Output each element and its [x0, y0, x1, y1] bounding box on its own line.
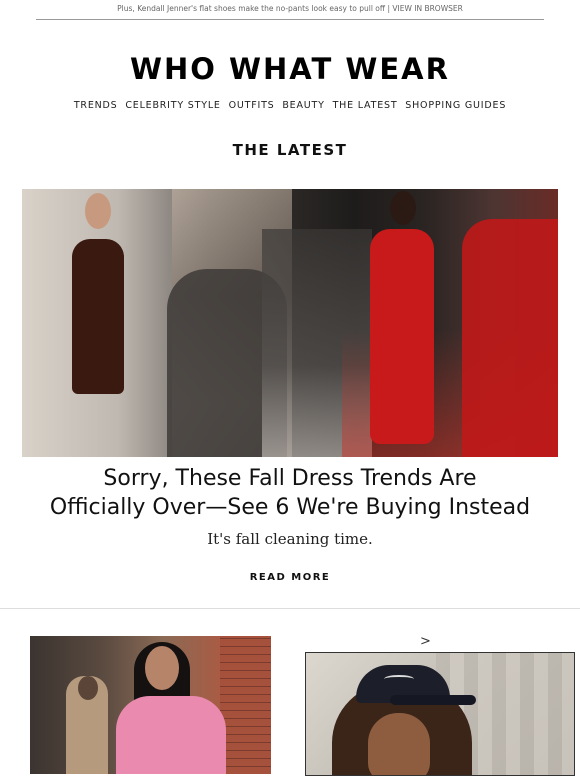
top-divider	[36, 19, 544, 20]
hero-figure-red-dress-closeup	[462, 219, 558, 457]
nav-item-outfits[interactable]: OUTFITS	[229, 100, 275, 111]
hero-figure-head-2	[390, 191, 416, 225]
section-title: THE LATEST	[232, 141, 348, 159]
read-more-button[interactable]: READ MORE	[0, 572, 580, 583]
preheader-text: Plus, Kendall Jenner's flat shoes make t…	[117, 4, 390, 13]
pink-sweater	[116, 696, 226, 774]
headline-line-1[interactable]: Sorry, These Fall Dress Trends Are	[40, 464, 540, 493]
hero-figure-head	[85, 193, 111, 229]
nav-item-trends[interactable]: TRENDS	[74, 100, 118, 111]
nav-item-celebrity-style[interactable]: CELEBRITY STYLE	[125, 100, 220, 111]
model-face	[145, 646, 179, 690]
view-in-browser-link[interactable]: VIEW IN BROWSER	[392, 4, 462, 13]
nav-item-beauty[interactable]: BEAUTY	[282, 100, 324, 111]
model-face-2	[368, 713, 430, 775]
feature-dek: It's fall cleaning time.	[207, 530, 373, 548]
hero-figure-red-dress	[370, 229, 434, 444]
brand-logo[interactable]: WHO WHAT WEAR	[0, 52, 580, 86]
headline-line-2[interactable]: Officially Over—See 6 We're Buying Inste…	[40, 493, 540, 522]
cap-logo-icon	[384, 675, 414, 683]
nav-item-shopping-guides[interactable]: SHOPPING GUIDES	[405, 100, 506, 111]
section-divider	[0, 608, 580, 609]
story-card-image-2[interactable]	[305, 652, 575, 776]
hero-image[interactable]	[22, 189, 558, 457]
chevron-right-icon[interactable]: >	[420, 634, 431, 649]
main-nav: TRENDS CELEBRITY STYLE OUTFITS BEAUTY TH…	[0, 100, 580, 111]
background-person-head	[78, 676, 98, 700]
feature-headline[interactable]: Sorry, These Fall Dress Trends Are Offic…	[40, 464, 540, 522]
cap-brim	[390, 695, 476, 705]
preheader: Plus, Kendall Jenner's flat shoes make t…	[0, 0, 580, 18]
story-card-image-1[interactable]	[30, 636, 271, 774]
nav-item-the-latest[interactable]: THE LATEST	[333, 100, 398, 111]
brick-wall	[220, 636, 271, 774]
hero-figure-brown-dress	[72, 239, 124, 394]
